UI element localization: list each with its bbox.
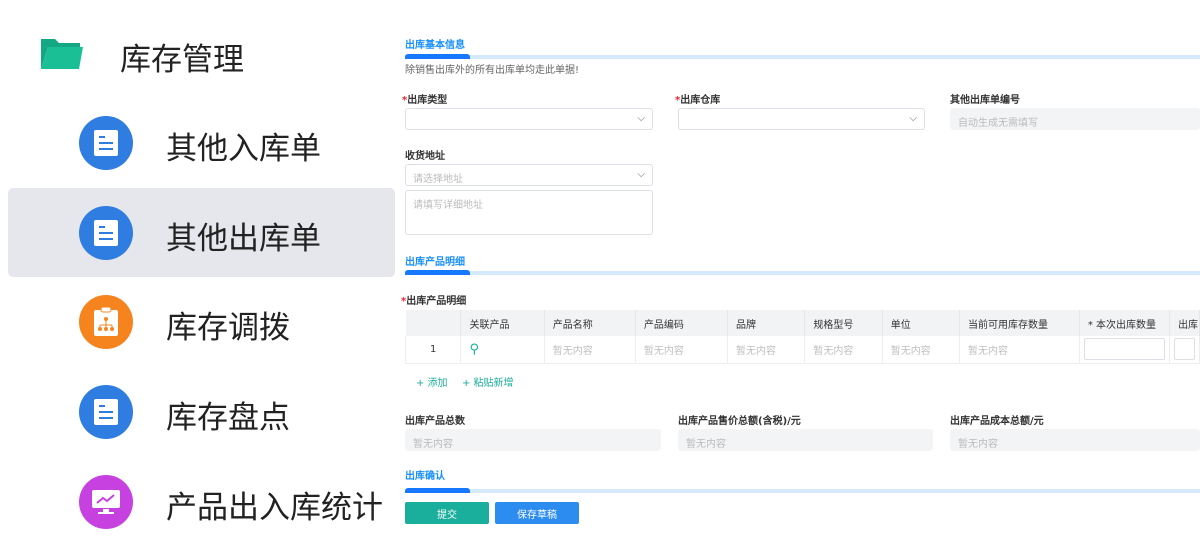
- address-detail-textarea[interactable]: 请填写详细地址: [405, 190, 653, 235]
- warehouse-label: *出库仓库: [675, 95, 721, 106]
- cell-unit: 暂无内容: [882, 336, 961, 364]
- column-header: 品牌: [727, 310, 806, 336]
- column-header: * 本次出库数量: [1079, 310, 1171, 336]
- sidebar-item-label: 其他入库单: [166, 131, 321, 167]
- total-label: 出库产品总数: [405, 416, 465, 427]
- number-field: 自动生成无需填写: [950, 108, 1200, 130]
- sidebar-item-label: 库存盘点: [166, 400, 290, 436]
- cell-stock: 暂无内容: [959, 336, 1080, 364]
- column-header: 关联产品: [460, 310, 545, 336]
- section-divider: [405, 488, 1200, 493]
- total-field: 暂无内容: [405, 429, 661, 451]
- column-header: 产品名称: [544, 310, 636, 336]
- column-header: 出库: [1169, 310, 1200, 336]
- paste-add-button[interactable]: + 粘贴新增: [462, 374, 514, 389]
- price-field: 暂无内容: [678, 429, 933, 451]
- document-icon: [79, 116, 133, 170]
- sidebar-item[interactable]: 其他出库单: [8, 188, 395, 277]
- sidebar-title: 库存管理: [120, 42, 244, 78]
- type-select[interactable]: ⌵: [405, 108, 653, 130]
- quantity-input[interactable]: [1083, 338, 1166, 361]
- clipboard-hierarchy-icon: [79, 295, 133, 349]
- monitor-chart-icon: [79, 475, 133, 529]
- address-label: 收货地址: [405, 151, 445, 162]
- add-row-button[interactable]: + 添加: [416, 374, 448, 389]
- cell-spec: 暂无内容: [804, 336, 883, 364]
- section-basic-title: 出库基本信息: [405, 40, 465, 51]
- type-label: *出库类型: [402, 95, 448, 106]
- cost-label: 出库产品成本总额/元: [950, 416, 1044, 427]
- document-icon: [79, 206, 133, 260]
- chevron-down-icon: ⌵: [909, 113, 917, 124]
- sidebar-item[interactable]: 产品出入库统计: [8, 457, 395, 546]
- products-table: 关联产品 产品名称 产品编码 品牌 规格型号 单位 当前可用库存数量 * 本次出库数量 出库 1…: [404, 310, 1200, 364]
- section-products-title: 出库产品明细: [405, 257, 465, 268]
- address-select[interactable]: 请选择地址 ⌵: [405, 164, 653, 186]
- document-icon: [79, 385, 133, 439]
- chevron-down-icon: ⌵: [637, 169, 645, 180]
- section-confirm-title: 出库确认: [405, 471, 445, 482]
- sidebar-item[interactable]: 库存调拨: [8, 277, 395, 366]
- sidebar-item-label: 产品出入库统计: [166, 490, 383, 526]
- chevron-down-icon: ⌵: [637, 113, 645, 124]
- column-header: 单位: [882, 310, 961, 336]
- extra-input[interactable]: [1174, 338, 1195, 361]
- column-header: 当前可用库存数量: [959, 310, 1080, 336]
- link-product-icon[interactable]: ⚲: [460, 336, 545, 364]
- basic-note: 除销售出库外的所有出库单均走此单据!: [405, 65, 580, 76]
- sidebar-item-label: 其他出库单: [166, 221, 321, 257]
- save-draft-button[interactable]: 保存草稿: [495, 502, 579, 524]
- warehouse-select[interactable]: ⌵: [678, 108, 925, 130]
- cell-code: 暂无内容: [635, 336, 729, 364]
- column-header: 规格型号: [804, 310, 883, 336]
- cell-name: 暂无内容: [544, 336, 636, 364]
- section-divider: [405, 54, 1200, 59]
- row-index: 1: [404, 336, 462, 364]
- products-label: *出库产品明细: [401, 296, 467, 307]
- sidebar-item[interactable]: 其他入库单: [8, 98, 395, 187]
- sidebar-item[interactable]: 库存盘点: [8, 367, 395, 456]
- table-row: 1 ⚲ 暂无内容 暂无内容 暂无内容 暂无内容 暂无内容 暂无内容: [404, 336, 1200, 364]
- submit-button[interactable]: 提交: [405, 502, 489, 524]
- column-header: 产品编码: [635, 310, 729, 336]
- section-divider: [405, 270, 1200, 275]
- cost-field: 暂无内容: [950, 429, 1200, 451]
- cell-brand: 暂无内容: [727, 336, 806, 364]
- sidebar-item-label: 库存调拨: [166, 310, 290, 346]
- folder-icon: [41, 39, 83, 69]
- price-label: 出库产品售价总额(含税)/元: [678, 416, 801, 427]
- column-header: [405, 310, 462, 336]
- number-label: 其他出库单编号: [950, 95, 1020, 106]
